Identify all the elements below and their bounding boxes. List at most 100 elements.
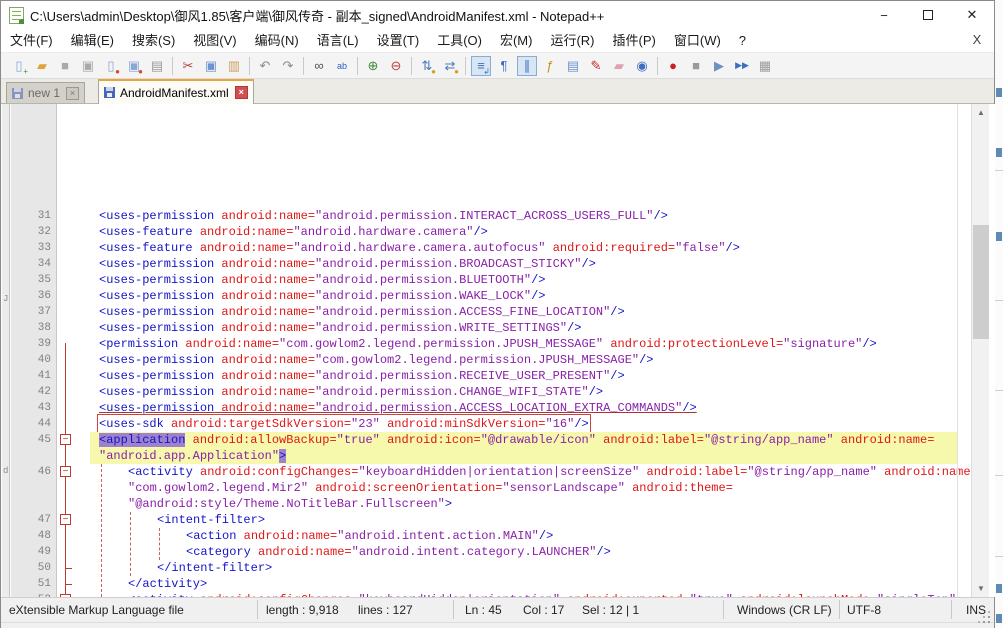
line-number: 33 [11, 240, 51, 256]
code-row: <intent-filter> [90, 512, 958, 528]
status-eol-format[interactable]: Windows (CR LF) [737, 602, 832, 618]
code-row: </intent-filter> [90, 560, 958, 576]
cut-icon[interactable]: ✂ [178, 56, 198, 76]
line-number: 31 [11, 208, 51, 224]
document-map-icon[interactable]: ▤ [563, 56, 583, 76]
tab-new-1[interactable]: new 1× [6, 82, 85, 104]
menu-item[interactable]: 搜索(S) [123, 29, 184, 53]
code-row: <uses-permission android:name="com.gowlo… [90, 352, 958, 368]
resize-grip[interactable] [988, 621, 990, 623]
code-row: <category android:name="android.intent.c… [90, 544, 958, 560]
zoom-out-icon[interactable]: ⊖ [386, 56, 406, 76]
status-column: Col : 17 [523, 602, 564, 618]
fold-collapse-icon[interactable]: − [60, 434, 71, 445]
menu-item[interactable]: 文件(F) [1, 29, 62, 53]
menu-close-x[interactable]: X [968, 32, 986, 47]
line-number: 36 [11, 288, 51, 304]
document-list-icon[interactable]: ✎ [586, 56, 606, 76]
status-doc-type: eXtensible Markup Language file [9, 602, 184, 618]
code-row: <activity android:configChanges="keyboar… [90, 464, 958, 480]
replace-icon[interactable]: ab [332, 56, 352, 76]
minimize-button[interactable]: − [862, 1, 906, 29]
window-title: C:\Users\admin\Desktop\御风1.85\客户端\御风传奇 -… [30, 6, 604, 25]
new-file-icon[interactable]: ▯+ [9, 56, 29, 76]
title-bar: C:\Users\admin\Desktop\御风1.85\客户端\御风传奇 -… [1, 1, 994, 29]
toolbar: ▯+▰■▣▯●▣●▤✂▣▥↶↷∞ab⊕⊖⇅●⇄●≡↲¶∥ƒ▤✎▰◉●■▶▶▶▦ [1, 53, 994, 79]
print-icon[interactable]: ▤ [147, 56, 167, 76]
code-row: <uses-permission android:name="android.p… [90, 208, 958, 224]
word-wrap-icon[interactable]: ≡↲ [471, 56, 491, 76]
function-list-icon[interactable]: ƒ [540, 56, 560, 76]
macro-save-icon[interactable]: ▦ [755, 56, 775, 76]
redo-icon[interactable]: ↷ [278, 56, 298, 76]
menu-item[interactable]: 设置(T) [368, 29, 429, 53]
tab-close-icon[interactable]: × [235, 86, 248, 99]
window-controls: − ✕ [862, 1, 994, 29]
show-all-characters-icon[interactable]: ¶ [494, 56, 514, 76]
copy-icon[interactable]: ▣ [201, 56, 221, 76]
code-row: "com.gowlom2.legend.Mir2" android:screen… [90, 480, 958, 496]
status-encoding[interactable]: UTF-8 [847, 602, 881, 618]
line-number: 43 [11, 400, 51, 416]
vertical-scrollbar[interactable]: ▲ ▼ [971, 104, 989, 597]
line-number: 49 [11, 544, 51, 560]
toolbar-separator [303, 57, 304, 75]
macro-stop-icon[interactable]: ■ [686, 56, 706, 76]
save-icon[interactable]: ■ [55, 56, 75, 76]
line-number: 35 [11, 272, 51, 288]
menu-item[interactable]: 窗口(W) [665, 29, 730, 53]
fold-collapse-icon[interactable]: − [60, 466, 71, 477]
tab-bar: new 1× AndroidManifest.xml × [1, 79, 994, 104]
code-row: <uses-feature android:name="android.hard… [90, 240, 958, 256]
tab-close-icon[interactable]: × [66, 87, 79, 100]
save-state-icon [104, 87, 115, 98]
menu-item[interactable]: 插件(P) [604, 29, 665, 53]
status-length: length : 9,918 [266, 602, 339, 618]
close-button[interactable]: ✕ [950, 1, 994, 29]
menu-item[interactable]: ? [730, 29, 755, 53]
toolbar-separator [465, 57, 466, 75]
maximize-icon [923, 10, 933, 20]
scroll-up-arrow-icon[interactable]: ▲ [972, 104, 990, 121]
folder-as-workspace-icon[interactable]: ▰ [609, 56, 629, 76]
zoom-in-icon[interactable]: ⊕ [363, 56, 383, 76]
tab-label: AndroidManifest.xml [120, 86, 229, 100]
line-number: 40 [11, 352, 51, 368]
toolbar-separator [357, 57, 358, 75]
undo-icon[interactable]: ↶ [255, 56, 275, 76]
menu-item[interactable]: 语言(L) [308, 29, 368, 53]
editor-area[interactable]: J d 313233343536373839404142434445464748… [2, 104, 995, 597]
save-all-icon[interactable]: ▣ [78, 56, 98, 76]
menu-item[interactable]: 宏(M) [491, 29, 542, 53]
close-all-icon[interactable]: ▣● [124, 56, 144, 76]
menu-items: 文件(F)编辑(E)搜索(S)视图(V)编码(N)语言(L)设置(T)工具(O)… [1, 29, 755, 53]
monitoring-icon[interactable]: ◉ [632, 56, 652, 76]
close-file-icon[interactable]: ▯● [101, 56, 121, 76]
docked-panel-edge: J d [2, 104, 10, 597]
sync-vertical-icon[interactable]: ⇅● [417, 56, 437, 76]
menu-item[interactable]: 工具(O) [428, 29, 491, 53]
menu-item[interactable]: 运行(R) [541, 29, 603, 53]
fold-collapse-icon[interactable]: − [60, 594, 71, 597]
sync-horizontal-icon[interactable]: ⇄● [440, 56, 460, 76]
maximize-button[interactable] [906, 1, 950, 29]
find-icon[interactable]: ∞ [309, 56, 329, 76]
macro-record-icon[interactable]: ● [663, 56, 683, 76]
scroll-down-arrow-icon[interactable]: ▼ [972, 580, 990, 597]
code-row: <uses-permission android:name="android.p… [90, 368, 958, 384]
macro-play-icon[interactable]: ▶ [709, 56, 729, 76]
paste-icon[interactable]: ▥ [224, 56, 244, 76]
tab-androidmanifest-xml[interactable]: AndroidManifest.xml × [98, 79, 254, 104]
open-folder-icon[interactable]: ▰ [32, 56, 52, 76]
status-insert-mode[interactable]: INS [966, 602, 986, 618]
line-number: 32 [11, 224, 51, 240]
line-number: 45 [11, 432, 51, 448]
menu-item[interactable]: 视图(V) [184, 29, 245, 53]
scrollbar-thumb[interactable] [973, 225, 989, 339]
fold-collapse-icon[interactable]: − [60, 514, 71, 525]
code-row: <uses-permission android:name="android.p… [90, 400, 958, 416]
indent-guide-icon[interactable]: ∥ [517, 56, 537, 76]
macro-run-multiple-icon[interactable]: ▶▶ [732, 56, 752, 76]
menu-item[interactable]: 编辑(E) [62, 29, 123, 53]
menu-item[interactable]: 编码(N) [246, 29, 308, 53]
